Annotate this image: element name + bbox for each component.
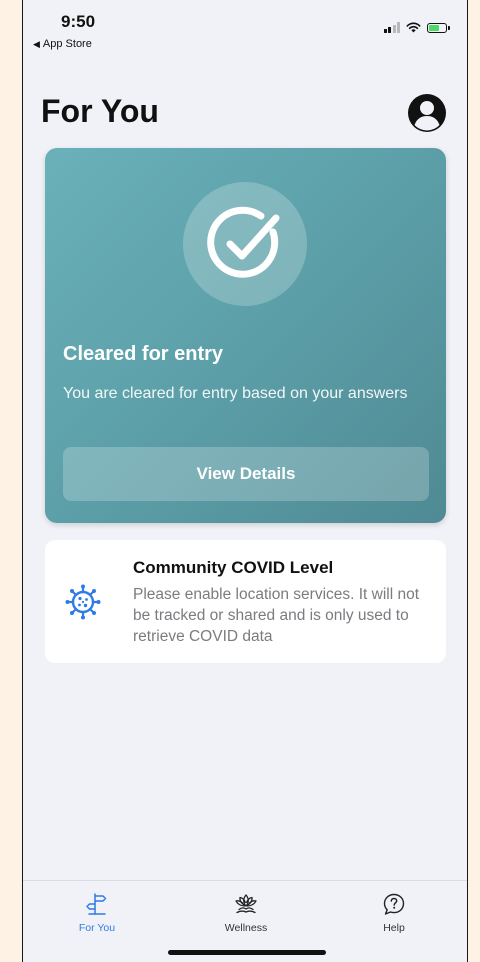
entry-status-card: Cleared for entry You are cleared for en… [45, 148, 446, 523]
profile-avatar-icon[interactable] [407, 93, 447, 133]
cleared-check-icon [183, 182, 307, 306]
community-covid-card[interactable]: Community COVID Level Please enable loca… [45, 540, 446, 663]
home-indicator[interactable] [168, 950, 326, 955]
tab-wellness[interactable]: Wellness [201, 891, 291, 934]
help-bubble-icon [383, 893, 405, 915]
wifi-icon [406, 22, 421, 33]
tab-label-help: Help [383, 922, 405, 934]
signpost-icon [86, 893, 107, 915]
lotus-icon [235, 894, 257, 914]
status-time: 9:50 [61, 12, 96, 31]
view-details-button[interactable]: View Details [63, 447, 429, 501]
entry-status-description: You are cleared for entry based on your … [63, 385, 408, 402]
phone-screen: 9:50 ◀ App Store For You Cleared for ent… [22, 0, 468, 962]
cellular-signal-icon [383, 22, 400, 33]
back-triangle-icon: ◀ [33, 38, 40, 49]
covid-card-title: Community COVID Level [133, 558, 334, 577]
tab-for-you[interactable]: For You [52, 891, 142, 934]
back-label: App Store [42, 38, 92, 50]
back-to-app-store[interactable]: ◀ App Store [33, 38, 92, 50]
status-indicators [383, 22, 450, 33]
virus-icon [65, 584, 101, 620]
battery-icon [427, 22, 450, 33]
tab-label-for-you: For You [78, 922, 116, 934]
entry-status-heading: Cleared for entry [63, 343, 224, 365]
covid-card-description: Please enable location services. It will… [133, 586, 420, 645]
page-title: For You [41, 93, 159, 129]
tab-help[interactable]: Help [349, 891, 439, 934]
tab-label-wellness: Wellness [224, 922, 268, 934]
